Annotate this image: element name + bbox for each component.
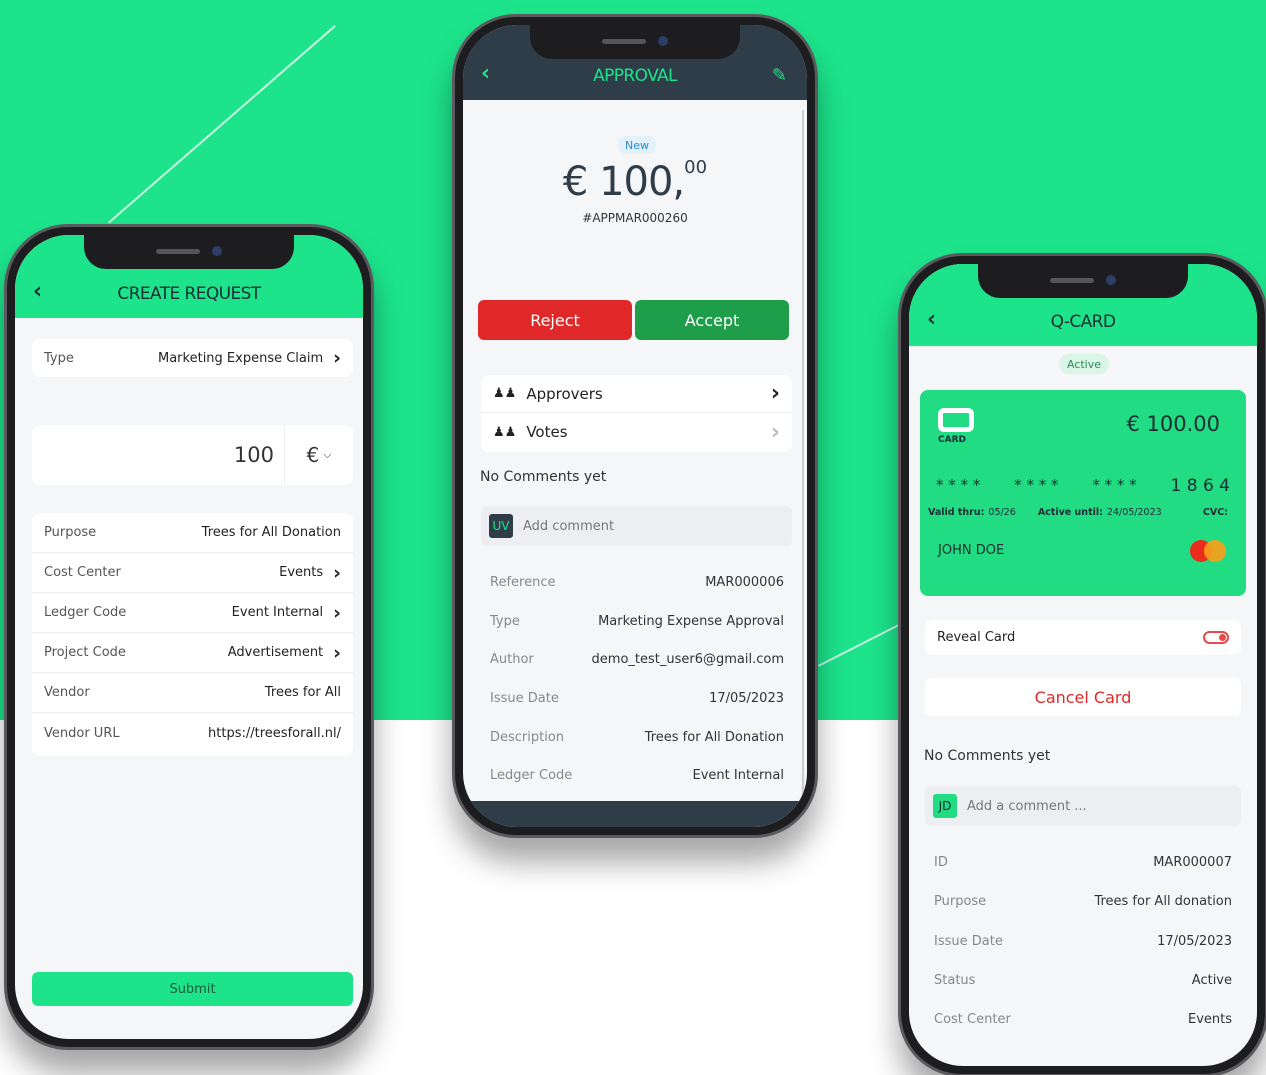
card-number: * * * * * * * * * * * * 1 8 6 4 (936, 476, 1230, 496)
cancel-card-button[interactable]: Cancel Card (925, 678, 1241, 716)
qcard-details: ID MAR000007 Purpose Trees for All donatio… (934, 855, 1232, 1051)
type-selector[interactable]: Type Marketing Expense Claim › (32, 339, 353, 377)
chevron-right-icon: › (333, 601, 341, 624)
reveal-card-row[interactable]: Reveal Card (925, 620, 1241, 655)
back-chevron-icon[interactable]: ‹ (33, 279, 42, 304)
approval-details: Reference MAR000006 Type Marketing Expense… (490, 575, 784, 807)
card-logo-icon (938, 408, 974, 432)
page-title: Q-CARD (1050, 312, 1116, 332)
people-icon: ♟♟ (493, 424, 517, 440)
approvers-row[interactable]: ♟♟ Approvers › (481, 375, 792, 413)
chevron-down-icon: ⌵ (323, 448, 332, 461)
chevron-right-icon: › (770, 419, 780, 445)
card-validity: Valid thru: 05/26 Active until: 24/05/2023… (928, 507, 1228, 518)
field-row[interactable]: Vendor URL https://treesforall.nl/ (32, 713, 353, 753)
detail-row: Status Active (934, 972, 1232, 988)
phone-qcard: ‹ Q-CARD Active CARD € 100.00 * * * * * … (898, 253, 1266, 1075)
status-badge: New (618, 136, 656, 154)
type-value: Marketing Expense Claim (158, 350, 324, 366)
amount-input[interactable]: 100 (32, 425, 285, 485)
back-chevron-icon[interactable]: ‹ (481, 61, 490, 86)
detail-row: Type Marketing Expense Approval (490, 613, 784, 629)
currency-value: € (306, 443, 320, 467)
mastercard-logo-icon (1190, 540, 1226, 562)
phone-notch (530, 25, 740, 59)
reveal-toggle[interactable] (1203, 631, 1229, 644)
field-row[interactable]: Purpose Trees for All Donation (32, 513, 353, 553)
reference-code: #APPMAR000260 (582, 211, 688, 225)
phone-create-request: ‹ CREATE REQUEST Type Marketing Expense … (4, 224, 374, 1050)
comment-input[interactable]: Add a comment ... (967, 799, 1087, 814)
page-title: APPROVAL (593, 66, 677, 86)
detail-row: Author demo_test_user6@gmail.com (490, 652, 784, 668)
no-comments-text: No Comments yet (480, 469, 607, 485)
edit-pencil-icon[interactable]: ✎ (772, 65, 787, 86)
no-comments-text: No Comments yet (924, 748, 1051, 764)
card-balance: € 100.00 (1126, 412, 1220, 436)
virtual-card: CARD € 100.00 * * * * * * * * * * * * 1 … (920, 390, 1246, 596)
field-row[interactable]: Vendor Trees for All (32, 673, 353, 713)
status-badge: Active (1059, 354, 1109, 374)
detail-row: Description Trees for All Donation (490, 729, 784, 745)
page-title: CREATE REQUEST (117, 284, 261, 304)
screen-qcard: ‹ Q-CARD Active CARD € 100.00 * * * * * … (909, 264, 1257, 1066)
detail-row: Cost Center Events (934, 1012, 1232, 1028)
detail-row: ID MAR000007 (934, 855, 1232, 870)
amount-field[interactable]: 100 € ⌵ (32, 425, 353, 485)
request-fields: Purpose Trees for All Donation Cost Cente… (32, 513, 353, 756)
phone-notch (84, 235, 294, 269)
avatar: UV (489, 514, 513, 538)
detail-row: Reference MAR000006 (490, 575, 784, 590)
card-logo-text: CARD (938, 435, 966, 445)
amount-display: € 100,00 (463, 157, 807, 205)
comment-box[interactable]: JD Add a comment ... (925, 786, 1241, 826)
screen-approval: ‹ APPROVAL ✎ New € 100,00 #APPMAR000260 … (463, 25, 807, 827)
reveal-card-label: Reveal Card (937, 630, 1016, 645)
votes-row[interactable]: ♟♟ Votes › (481, 413, 792, 451)
approvers-votes-list: ♟♟ Approvers › ♟♟ Votes › (481, 375, 792, 452)
amount-main: € 100, (562, 159, 685, 205)
amount-cents: 00 (684, 157, 708, 178)
chevron-right-icon: › (770, 381, 780, 406)
currency-select[interactable]: € ⌵ (285, 425, 353, 485)
avatar: JD (933, 794, 957, 818)
chevron-right-icon: › (333, 641, 341, 664)
back-chevron-icon[interactable]: ‹ (927, 307, 936, 332)
comment-box[interactable]: UV Add comment (481, 506, 792, 546)
phone-approval: ‹ APPROVAL ✎ New € 100,00 #APPMAR000260 … (452, 14, 818, 838)
submit-button[interactable]: Submit (32, 972, 353, 1006)
reject-button[interactable]: Reject (478, 300, 632, 340)
detail-row: Issue Date 17/05/2023 (934, 933, 1232, 949)
field-row[interactable]: Ledger Code Event Internal › (32, 593, 353, 633)
detail-row: Purpose Trees for All donation (934, 894, 1232, 910)
phone-notch (978, 264, 1188, 298)
chevron-right-icon: › (333, 347, 341, 369)
type-label: Type (44, 350, 74, 366)
chevron-right-icon: › (333, 561, 341, 584)
people-icon: ♟♟ (493, 386, 517, 401)
field-row[interactable]: Cost Center Events › (32, 553, 353, 593)
field-row[interactable]: Project Code Advertisement › (32, 633, 353, 673)
scrollbar[interactable] (802, 110, 804, 810)
card-holder: JOHN DOE (938, 543, 1005, 558)
screen-create-request: ‹ CREATE REQUEST Type Marketing Expense … (15, 235, 363, 1039)
accept-button[interactable]: Accept (635, 300, 789, 340)
bottom-bar (463, 801, 807, 827)
comment-input[interactable]: Add comment (523, 519, 614, 534)
detail-row: Issue Date 17/05/2023 (490, 691, 784, 707)
